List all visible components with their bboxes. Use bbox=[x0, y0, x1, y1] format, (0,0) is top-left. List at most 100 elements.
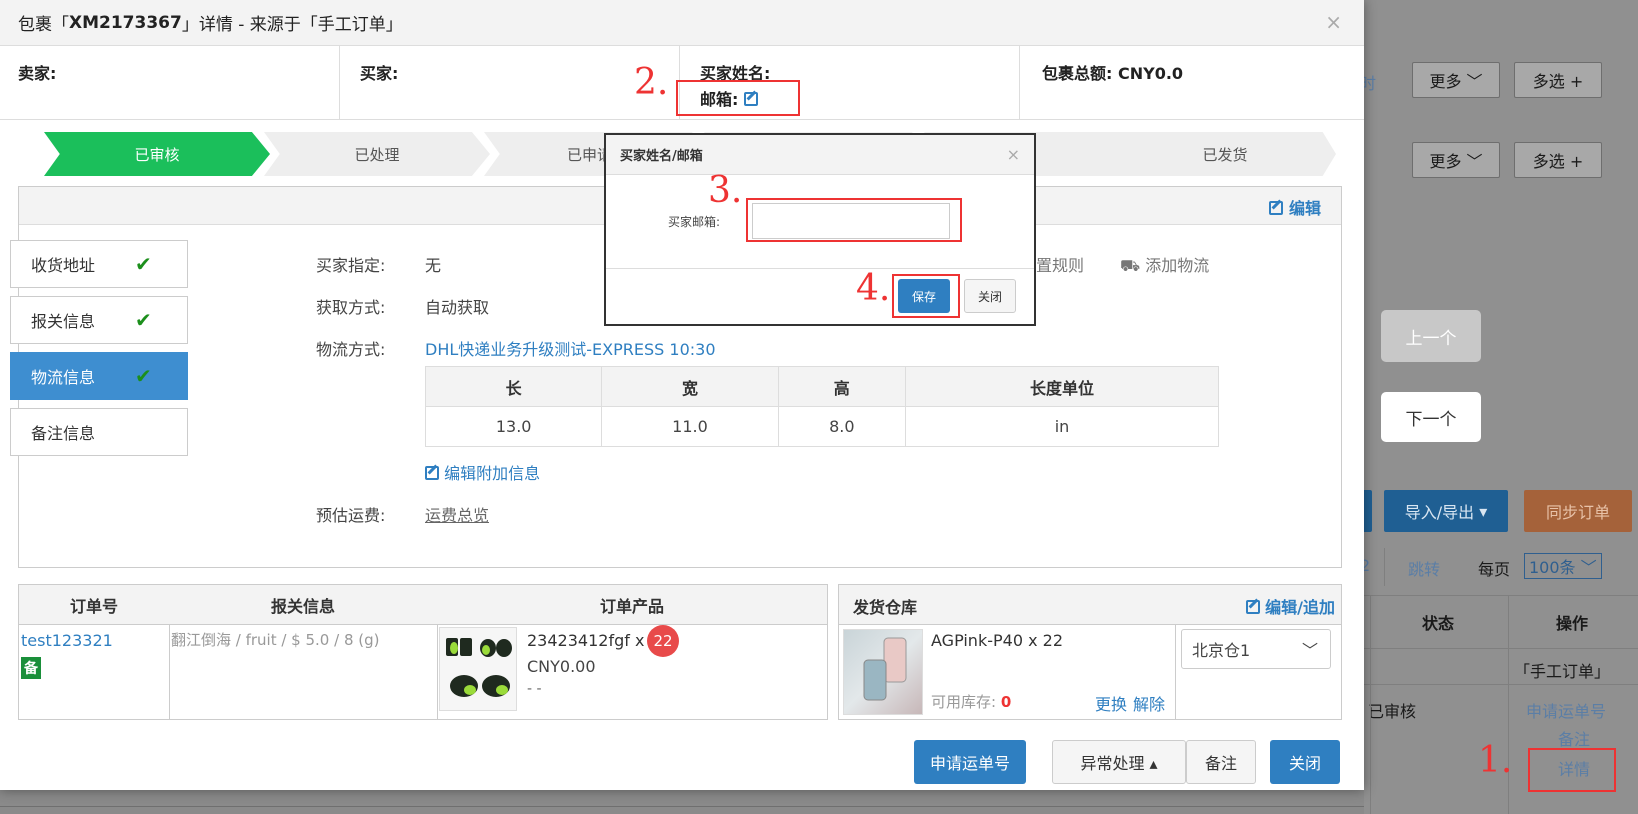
annotation-box-2 bbox=[676, 80, 800, 116]
modal-title-prefix: 包裹「 bbox=[18, 15, 69, 35]
sku-name: AGPink-P40 x 22 bbox=[931, 631, 1063, 650]
col-action-header: 操作 bbox=[1556, 614, 1589, 633]
note-button[interactable]: 备注 bbox=[1186, 740, 1256, 784]
method-value[interactable]: DHL快递业务升级测试-EXPRESS 10:30 bbox=[425, 336, 716, 360]
bg-more-button[interactable]: 更多 ﹀ bbox=[1412, 62, 1500, 98]
tab-shipping-address[interactable]: 收货地址 ✔ bbox=[10, 240, 188, 288]
chevron-down-icon: ﹀ bbox=[1301, 641, 1318, 660]
close-button[interactable]: 关闭 bbox=[1270, 740, 1340, 784]
dialog-footer-divider bbox=[606, 268, 1034, 269]
manual-order-tag: 「手工订单」 bbox=[1514, 662, 1611, 681]
bg-multiselect-button-2[interactable]: 多选 + bbox=[1514, 142, 1602, 178]
fee-label: 预估运费: bbox=[316, 506, 386, 525]
edit-append-link[interactable]: 编辑/追加 bbox=[1245, 594, 1335, 618]
dim-header-width: 宽 bbox=[601, 366, 779, 407]
edit-extra-info-link[interactable]: 编辑附加信息 bbox=[425, 460, 540, 484]
product-name: 23423412fgf x bbox=[527, 631, 645, 650]
bg-multiselect-button[interactable]: 多选 + bbox=[1514, 62, 1602, 98]
step-audited: 已审核 bbox=[44, 132, 270, 176]
tab-remark-info[interactable]: 备注信息 bbox=[10, 408, 188, 456]
remark-badge: 备 bbox=[21, 657, 41, 679]
apply-waybill-button[interactable]: 申请运单号 bbox=[914, 740, 1026, 784]
unbind-link[interactable]: 解除 bbox=[1133, 691, 1165, 715]
fee-overview-link[interactable]: 运费总览 bbox=[425, 502, 489, 526]
add-logistics-link[interactable]: ⛟ 添加物流 bbox=[1120, 252, 1209, 277]
annotation-box-3 bbox=[746, 198, 962, 242]
import-export-button[interactable]: 导入/导出 ▾ bbox=[1384, 490, 1508, 532]
fetch-value: 自动获取 bbox=[425, 298, 490, 317]
step-processed: 已处理 bbox=[264, 132, 490, 176]
step-shipped: 已发货 bbox=[1114, 132, 1336, 176]
cancel-button[interactable]: 关闭 bbox=[964, 279, 1016, 313]
stock-row: 可用库存: 0 bbox=[931, 693, 1012, 711]
dimensions-table: 长 宽 高 长度单位 13.0 11.0 8.0 in bbox=[424, 366, 1220, 447]
email-label: 买家邮箱: bbox=[668, 215, 721, 229]
col-status-header: 状态 bbox=[1422, 614, 1455, 633]
dialog-close-icon[interactable]: × bbox=[1007, 145, 1020, 164]
product-thumbnail bbox=[439, 627, 517, 711]
tab-logistics-info[interactable]: 物流信息 ✔ bbox=[10, 352, 188, 400]
prev-button[interactable]: 上一个 bbox=[1381, 310, 1481, 362]
row-apply-waybill-link[interactable]: 申请运单号 bbox=[1526, 698, 1606, 722]
seller-cell: 卖家: bbox=[0, 46, 340, 120]
warehouse-header: 发货仓库 bbox=[853, 598, 918, 617]
dim-header-length: 长 bbox=[424, 366, 603, 407]
pager-jump[interactable]: 跳转 bbox=[1408, 556, 1440, 580]
row-status: 已审核 bbox=[1368, 702, 1417, 721]
annotation-2: 2. bbox=[634, 62, 669, 103]
package-id: XM2173367 bbox=[69, 12, 182, 33]
assign-value: 无 bbox=[425, 256, 442, 275]
package-detail-modal: 包裹「 XM2173367 」详情 - 来源于「手工订单」 × 卖家: 买家: 买家… bbox=[0, 0, 1364, 790]
col-order-no: 订单号 bbox=[19, 585, 169, 625]
product-price: CNY0.00 bbox=[527, 657, 596, 676]
annotation-box-1 bbox=[1528, 748, 1616, 792]
truck-icon: ⛟ bbox=[1120, 256, 1141, 275]
total-cell: 包裹总额: CNY0.0 bbox=[1042, 64, 1184, 83]
fetch-label: 获取方式: bbox=[316, 298, 386, 317]
assign-label: 买家指定: bbox=[316, 256, 386, 275]
edit-icon bbox=[425, 466, 439, 480]
panel-edit-link[interactable]: 编辑 bbox=[1269, 195, 1321, 219]
dim-width: 11.0 bbox=[601, 406, 779, 447]
annotation-box-4 bbox=[892, 274, 960, 318]
modal-close-icon[interactable]: × bbox=[1325, 10, 1342, 34]
modal-title-suffix: 」详情 - 来源于「手工订单」 bbox=[181, 15, 403, 35]
exception-button[interactable]: 异常处理 ▴ bbox=[1052, 740, 1186, 784]
dim-header-height: 高 bbox=[777, 366, 906, 407]
dialog-header: 买家姓名/邮箱 bbox=[606, 135, 1034, 175]
check-icon: ✔ bbox=[135, 308, 152, 332]
tab-customs-info[interactable]: 报关信息 ✔ bbox=[10, 296, 188, 344]
dim-height: 8.0 bbox=[777, 406, 906, 447]
pager-per-page-label: 每页 bbox=[1478, 560, 1511, 579]
product-placeholder: - - bbox=[527, 681, 542, 697]
warehouse-select[interactable]: 北京仓1 ﹀ bbox=[1181, 629, 1331, 669]
edit-icon bbox=[1245, 600, 1260, 614]
col-customs: 报关信息 bbox=[169, 585, 437, 625]
bg-more-button-2[interactable]: 更多 ﹀ bbox=[1412, 142, 1500, 178]
col-product: 订单产品 bbox=[437, 585, 827, 625]
replace-link[interactable]: 更换 bbox=[1095, 691, 1127, 715]
edit-icon bbox=[1269, 201, 1284, 215]
next-button[interactable]: 下一个 bbox=[1381, 392, 1481, 442]
orders-table: 订单号 报关信息 订单产品 test123321 备 翻江倒海 / fruit … bbox=[18, 584, 828, 720]
annotation-1: 1. bbox=[1478, 740, 1513, 781]
row-note-link[interactable]: 备注 bbox=[1558, 726, 1590, 750]
order-number-link[interactable]: test123321 bbox=[21, 631, 113, 650]
sync-orders-button[interactable]: 同步订单 bbox=[1524, 490, 1632, 532]
modal-header: 包裹「 XM2173367 」详情 - 来源于「手工订单」 bbox=[0, 0, 1364, 46]
dim-unit: in bbox=[904, 406, 1220, 447]
dim-header-unit: 长度单位 bbox=[904, 366, 1220, 407]
sku-thumbnail bbox=[843, 629, 923, 715]
check-icon: ✔ bbox=[135, 252, 152, 276]
per-page-select[interactable]: 100条 ﹀ bbox=[1524, 553, 1602, 579]
dim-length: 13.0 bbox=[424, 406, 603, 447]
warehouse-table: 发货仓库 编辑/追加 AGPink-P40 x 22 可用库存: 0 更换 解除… bbox=[838, 584, 1342, 720]
annotation-3: 3. bbox=[708, 170, 743, 211]
buyer-cell: 买家: bbox=[340, 46, 680, 120]
annotation-4: 4. bbox=[856, 268, 891, 309]
method-label: 物流方式: bbox=[316, 340, 386, 359]
quantity-badge: 22 bbox=[647, 625, 679, 657]
check-icon: ✔ bbox=[135, 364, 152, 388]
background-right-panel: 时 更多 ﹀ 多选 + 更多 ﹀ 多选 + 上一个 下一个 导入/导出 ▾ 同步… bbox=[1356, 0, 1638, 814]
customs-text: 翻江倒海 / fruit / $ 5.0 / 8 (g) bbox=[171, 631, 380, 649]
